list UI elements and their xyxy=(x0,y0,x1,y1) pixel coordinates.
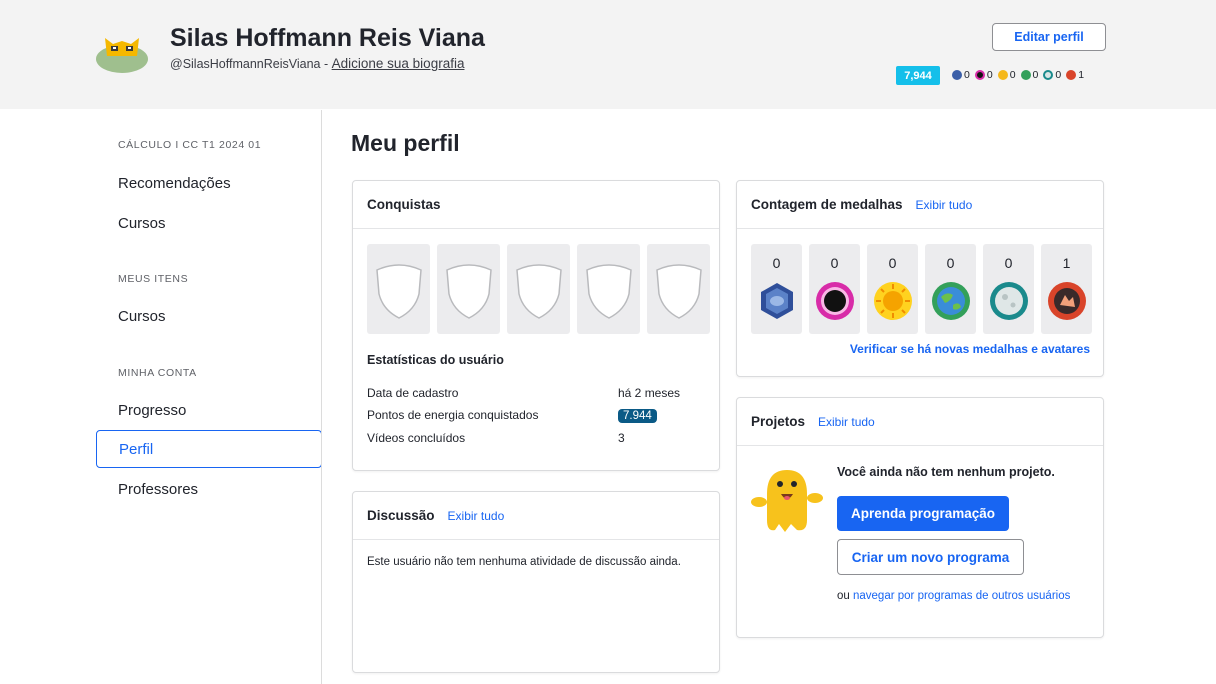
medal-count-header: Contagem de medalhas Exibir tudo xyxy=(737,181,1103,229)
discussion-header: Discussão Exibir tudo xyxy=(353,492,719,540)
avatar[interactable] xyxy=(95,26,149,74)
browse-programs-link[interactable]: navegar por programas de outros usuários xyxy=(853,590,1070,602)
medal-count: 1 xyxy=(1062,255,1071,271)
stat-label: Pontos de energia conquistados xyxy=(367,408,539,422)
medal-slot-challenge-patch[interactable]: 1 xyxy=(1041,244,1092,334)
badge-slot[interactable] xyxy=(577,244,640,334)
sidebar-my-items-label: MEUS ITENS xyxy=(118,273,189,285)
user-stats-title: Estatísticas do usuário xyxy=(367,353,504,367)
sidebar-item-my-courses[interactable]: Cursos xyxy=(96,297,322,335)
earth-badge-icon xyxy=(1020,70,1031,80)
badge-slot[interactable] xyxy=(507,244,570,334)
medal-count: 0 xyxy=(1032,69,1039,81)
discussion-empty-text: Este usuário não tem nenhuma atividade d… xyxy=(367,556,681,568)
medal-slot-sun[interactable]: 0 xyxy=(867,244,918,334)
handle-separator: - xyxy=(320,57,332,71)
black-hole-badge-icon xyxy=(974,70,985,80)
black-hole-badge-icon xyxy=(815,282,854,320)
medal-count-card: Contagem de medalhas Exibir tudo 0 0 0 0… xyxy=(736,180,1104,377)
sidebar-item-profile[interactable]: Perfil xyxy=(96,430,322,468)
badge-slot[interactable] xyxy=(647,244,710,334)
challenge-patch-icon xyxy=(1066,70,1077,80)
medals-view-all-link[interactable]: Exibir tudo xyxy=(916,198,973,212)
browse-prefix: ou xyxy=(837,590,853,602)
user-name: Silas Hoffmann Reis Viana xyxy=(170,24,485,52)
challenge-patch-icon xyxy=(1047,282,1086,320)
empty-badge-shield-icon xyxy=(515,264,562,319)
medal-count: 0 xyxy=(888,255,897,271)
empty-badge-shield-icon xyxy=(655,264,702,319)
achievements-title: Conquistas xyxy=(353,181,719,229)
medal-count-title: Contagem de medalhas xyxy=(751,197,903,212)
medal-count: 0 xyxy=(1055,69,1062,81)
medal-count: 0 xyxy=(772,255,781,271)
projects-title: Projetos xyxy=(751,414,806,429)
stat-label: Vídeos concluídos xyxy=(367,431,466,445)
badge-row xyxy=(367,244,710,334)
medal-count: 0 xyxy=(1004,255,1013,271)
medal-slot-moon[interactable]: 0 xyxy=(983,244,1034,334)
browse-programs-line: ou navegar por programas de outros usuár… xyxy=(837,590,1070,602)
create-program-button[interactable]: Criar um novo programa xyxy=(837,539,1024,575)
profile-header: Silas Hoffmann Reis Viana @SilasHoffmann… xyxy=(0,0,1216,109)
achievements-card: Conquistas Estatísticas do usuário Data … xyxy=(352,180,720,471)
username-handle: @SilasHoffmannReisViana xyxy=(170,57,321,71)
sidebar-course-label[interactable]: CÁLCULO I CC T1 2024 01 xyxy=(118,139,261,151)
medal-count: 1 xyxy=(1078,69,1085,81)
medal-slot-black-hole[interactable]: 0 xyxy=(809,244,860,334)
badge-slot[interactable] xyxy=(437,244,500,334)
sun-badge-icon xyxy=(873,282,912,320)
monster-mascot-icon xyxy=(751,470,823,532)
add-bio-link[interactable]: Adicione sua biografia xyxy=(332,56,465,71)
mini-medal-counts[interactable]: 0 0 0 0 0 1 xyxy=(952,69,1087,81)
empty-badge-shield-icon xyxy=(585,264,632,319)
medal-count: 0 xyxy=(946,255,955,271)
discussion-view-all-link[interactable]: Exibir tudo xyxy=(448,509,505,523)
medal-count: 0 xyxy=(1009,69,1016,81)
meteorite-badge-icon xyxy=(760,283,793,319)
projects-card: Projetos Exibir tudo Você ainda não tem … xyxy=(736,397,1104,638)
stat-row-energy-points: Pontos de energia conquistados 7.944 xyxy=(367,408,707,423)
empty-badge-shield-icon xyxy=(375,264,422,319)
energy-points-badge: 7,944 xyxy=(896,66,940,85)
sidebar-item-teachers[interactable]: Professores xyxy=(96,470,322,508)
edit-profile-button[interactable]: Editar perfil xyxy=(992,23,1106,51)
badge-slot[interactable] xyxy=(367,244,430,334)
sun-badge-icon xyxy=(997,70,1008,80)
medal-count: 0 xyxy=(986,69,993,81)
projects-header: Projetos Exibir tudo xyxy=(737,398,1103,446)
earth-badge-icon xyxy=(931,282,970,320)
verify-medals-link[interactable]: Verificar se há novas medalhas e avatare… xyxy=(850,342,1090,356)
sidebar-account-label: MINHA CONTA xyxy=(118,367,197,379)
projects-view-all-link[interactable]: Exibir tudo xyxy=(818,415,875,429)
page-title: Meu perfil xyxy=(351,130,460,156)
sidebar-item-courses[interactable]: Cursos xyxy=(96,204,322,242)
discussion-title: Discussão xyxy=(367,508,435,523)
stat-row-joined: Data de cadastro há 2 meses xyxy=(367,386,707,400)
stat-row-videos: Vídeos concluídos 3 xyxy=(367,431,707,445)
moon-badge-icon xyxy=(989,282,1028,320)
stat-label: Data de cadastro xyxy=(367,386,459,400)
moon-badge-icon xyxy=(1043,70,1054,80)
sidebar-item-progress[interactable]: Progresso xyxy=(96,391,322,429)
medal-count: 0 xyxy=(830,255,839,271)
meteorite-badge-icon xyxy=(952,70,962,80)
stat-value: 3 xyxy=(618,431,625,445)
energy-points-pill: 7.944 xyxy=(618,409,657,423)
medal-count: 0 xyxy=(964,69,970,81)
sidebar-divider xyxy=(321,110,322,684)
medal-slot-earth[interactable]: 0 xyxy=(925,244,976,334)
discussion-card: Discussão Exibir tudo Este usuário não t… xyxy=(352,491,720,673)
empty-badge-shield-icon xyxy=(445,264,492,319)
stat-value: há 2 meses xyxy=(618,386,681,400)
sidebar: CÁLCULO I CC T1 2024 01 Recomendações Cu… xyxy=(96,110,322,684)
handle-line: @SilasHoffmannReisViana - Adicione sua b… xyxy=(170,56,464,71)
sidebar-item-recommendations[interactable]: Recomendações xyxy=(96,164,322,202)
no-projects-message: Você ainda não tem nenhum projeto. xyxy=(837,465,1055,479)
learn-programming-button[interactable]: Aprenda programação xyxy=(837,496,1009,531)
achievements-heading: Conquistas xyxy=(367,197,441,212)
medal-slot-meteorite[interactable]: 0 xyxy=(751,244,802,334)
medal-grid: 0 0 0 0 0 1 xyxy=(751,244,1092,334)
